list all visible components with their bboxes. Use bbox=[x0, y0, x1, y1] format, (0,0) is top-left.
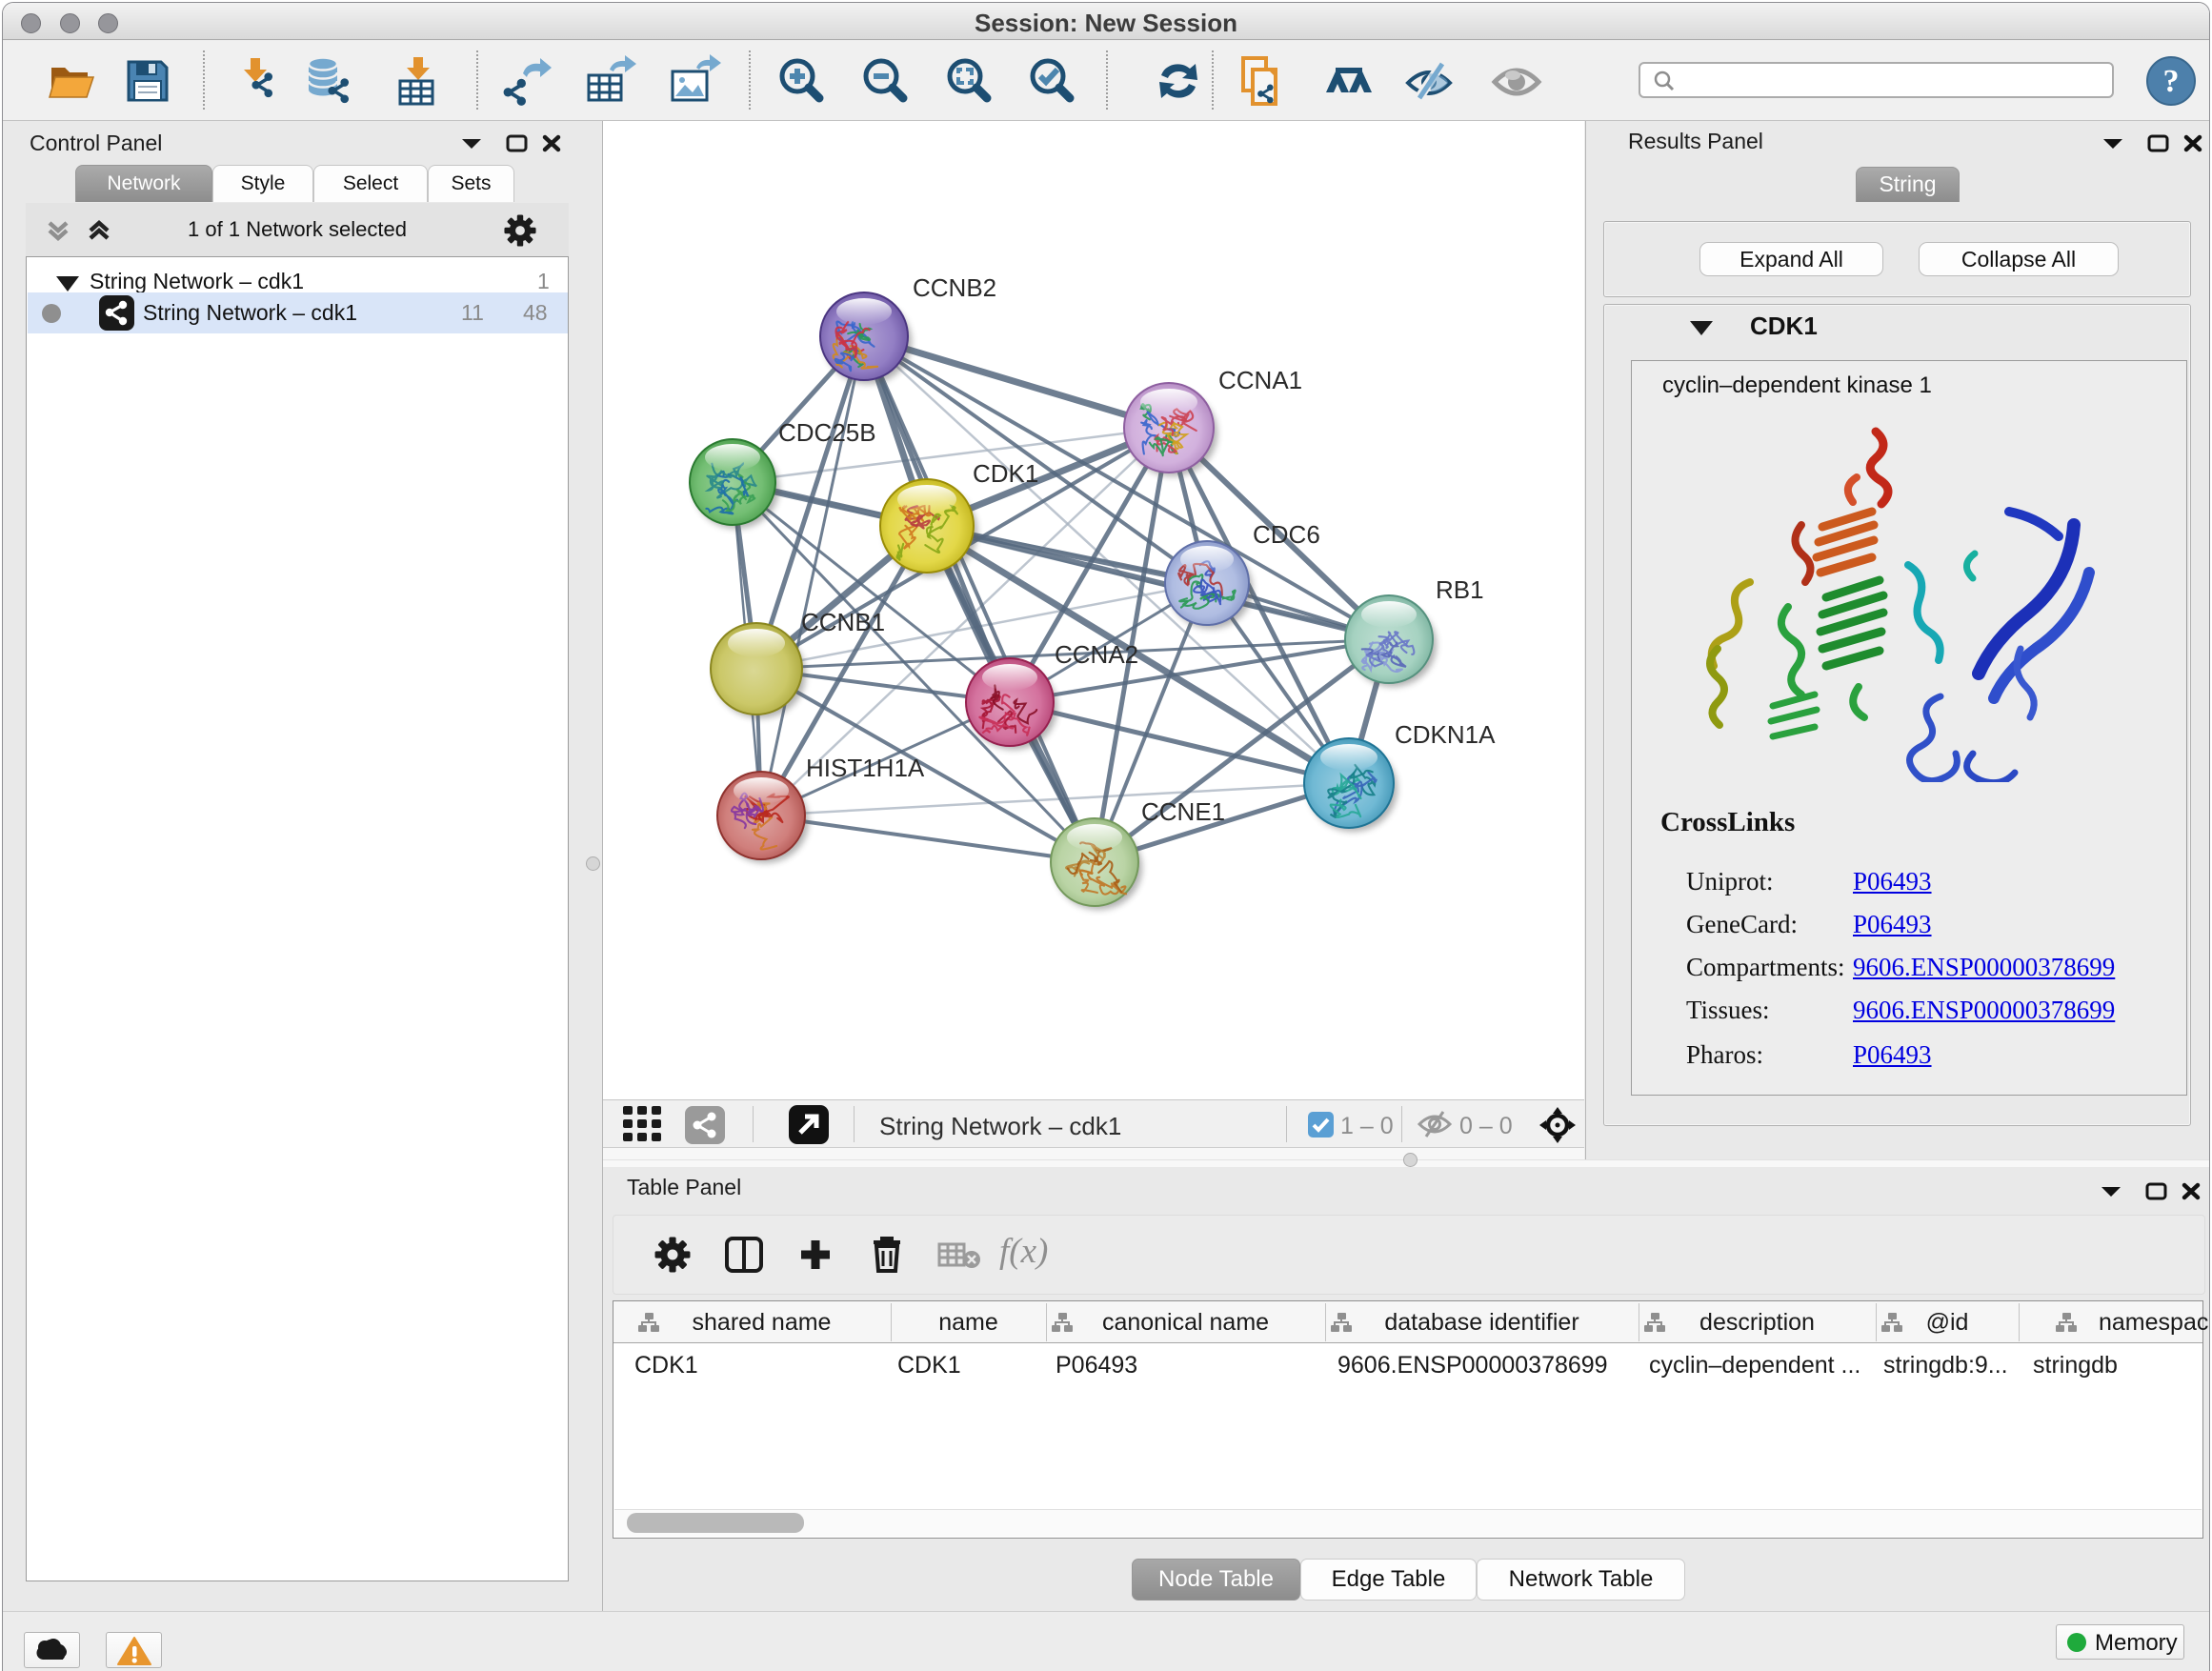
svg-text:CDC25B: CDC25B bbox=[778, 418, 876, 447]
svg-text:HIST1H1A: HIST1H1A bbox=[806, 754, 925, 782]
svg-text:CDKN1A: CDKN1A bbox=[1395, 720, 1496, 749]
svg-text:?: ? bbox=[2163, 64, 2180, 99]
svg-text:CCNA2: CCNA2 bbox=[1055, 640, 1138, 669]
svg-text:RB1: RB1 bbox=[1436, 575, 1484, 604]
svg-text:CCNE1: CCNE1 bbox=[1141, 797, 1225, 826]
svg-text:CCNB2: CCNB2 bbox=[913, 273, 996, 302]
svg-text:CCNA1: CCNA1 bbox=[1218, 366, 1302, 394]
svg-text:CCNB1: CCNB1 bbox=[801, 608, 885, 636]
svg-text:CDK1: CDK1 bbox=[973, 459, 1038, 488]
svg-text:CDC6: CDC6 bbox=[1253, 520, 1320, 549]
